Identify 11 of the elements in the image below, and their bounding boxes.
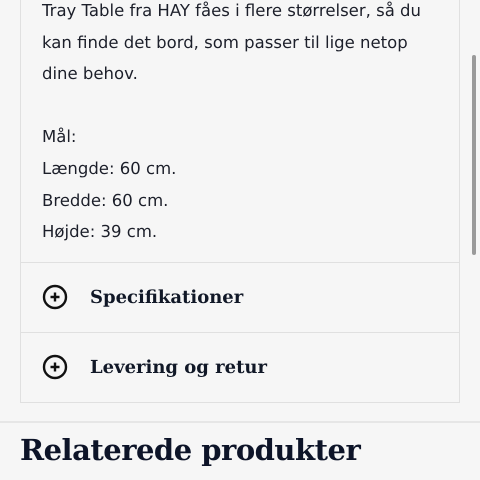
accordion-toggle[interactable]: Levering og retur — [21, 332, 459, 402]
dimension-text: Længde: 60 cm. — [42, 158, 178, 180]
dimension-text: Mål: — [42, 126, 78, 148]
dimension-text: Bredde: 60 cm. — [42, 190, 170, 212]
scrollbar[interactable] — [472, 55, 476, 255]
dimension-text: Højde: 39 cm. — [42, 221, 158, 244]
plus-circle-icon — [42, 284, 68, 310]
accordion-toggle[interactable]: Specifikationer — [21, 262, 459, 332]
section-heading: Relaterede produkter — [20, 432, 362, 467]
plus-circle-icon — [42, 354, 68, 380]
description-text: Tray Table fra HAY fåes i flere størrelser, så du kan finde det bord, som passer til lige netop dine behov. — [42, 0, 422, 86]
